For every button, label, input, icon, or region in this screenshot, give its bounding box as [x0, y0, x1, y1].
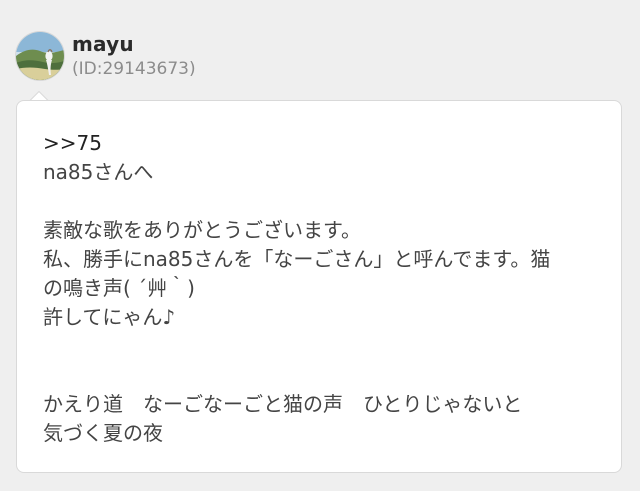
message-line: 気づく夏の夜 [43, 421, 163, 445]
comment-post: mayu (ID:29143673) >>75 na85さんへ 素敵な歌をありが… [0, 0, 640, 491]
message-body: >>75 na85さんへ 素敵な歌をありがとうございます。 私、勝手にna85さ… [43, 129, 611, 448]
message-bubble: >>75 na85さんへ 素敵な歌をありがとうございます。 私、勝手にna85さ… [16, 100, 622, 473]
message-line: 素敵な歌をありがとうございます。 [43, 218, 361, 242]
username[interactable]: mayu [72, 32, 134, 56]
user-avatar-icon[interactable] [16, 32, 64, 80]
message-line: 私、勝手にna85さんを「なーごさん」と呼んでます。猫 [43, 247, 551, 271]
user-id: (ID:29143673) [72, 59, 196, 79]
reply-anchor-link[interactable]: >>75 [43, 129, 611, 158]
message-line: na85さんへ [43, 160, 154, 184]
message-line: の鳴き声( ´艸｀) [43, 276, 195, 300]
message-line: かえり道 なーごなーごと猫の声 ひとりじゃないと [43, 392, 523, 416]
message-line: 許してにゃん♪ [43, 305, 176, 329]
